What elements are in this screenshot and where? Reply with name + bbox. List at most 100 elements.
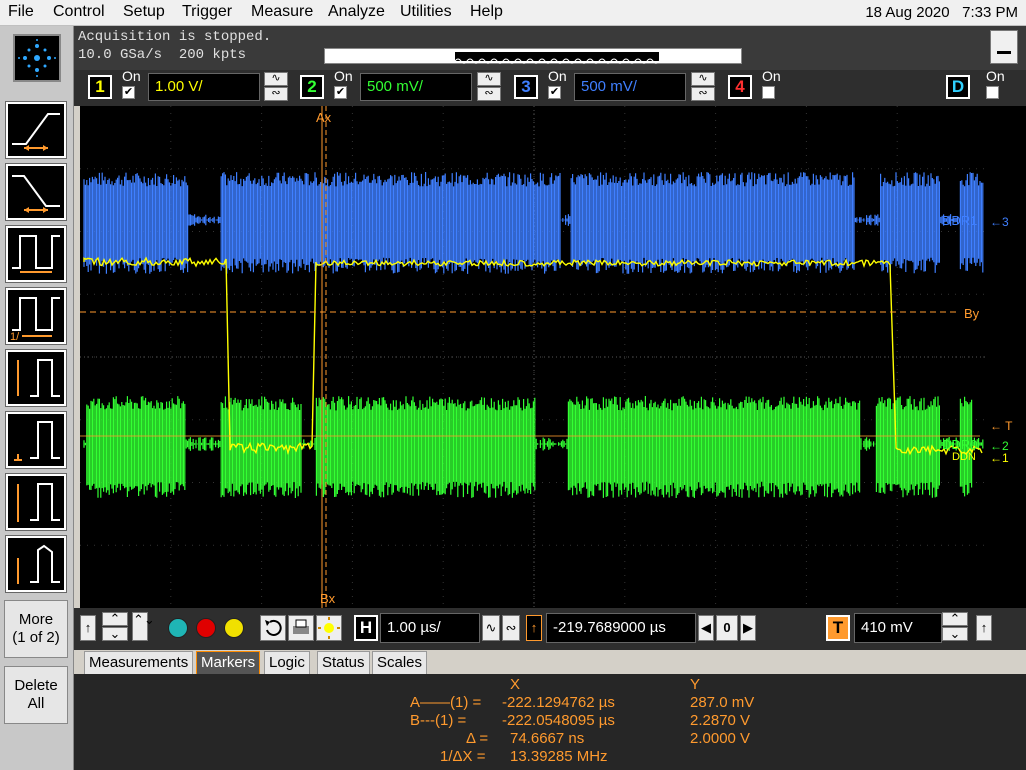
datetime: 18 Aug 2020 7:33 PM (865, 4, 1018, 21)
scroll-toggle-button[interactable]: ⌃⌄ (132, 612, 155, 641)
channel-3-button[interactable]: 3 (514, 75, 538, 99)
tab-bar: Measurements Markers Logic Status Scales (74, 650, 1026, 674)
ch3-scale-up[interactable]: ∿ (691, 72, 715, 86)
minimize-button[interactable] (990, 30, 1018, 64)
scroll-up-button[interactable]: ⌃ (102, 612, 128, 626)
ch2-scale-up[interactable]: ∿ (477, 72, 501, 86)
control-bar: ↑ ⌃ ⌄ ⌃⌄ H 1.00 µs/ ∿ ∾ ↑ -219.7689000 µ… (74, 608, 1026, 650)
left-panel: 1/ More (1 of 2) Delete All (0, 26, 74, 770)
timebase-fine-button[interactable]: ∿ (482, 615, 500, 641)
channel-1-button[interactable]: 1 (88, 75, 112, 99)
ch3-scale-down[interactable]: ∾ (691, 87, 715, 101)
red-color-button[interactable] (196, 618, 216, 638)
rise-time-icon[interactable] (5, 101, 67, 159)
menu-trigger[interactable]: Trigger (182, 3, 232, 21)
date: 18 Aug 2020 (865, 4, 950, 21)
menu-file[interactable]: File (8, 3, 34, 21)
ch1-scale-up[interactable]: ∿ (264, 72, 288, 86)
tab-scales[interactable]: Scales (372, 651, 428, 674)
trace-path (83, 172, 984, 274)
time: 7:33 PM (962, 4, 1018, 21)
acquisition-status-text: Acquisition is stopped. (78, 29, 272, 45)
position-zero-button[interactable]: 0 (716, 615, 738, 641)
position-arrow-icon[interactable]: ↑ (526, 615, 542, 641)
trigger-up-button[interactable]: ⌃ (942, 612, 968, 626)
ch2-waveform (83, 396, 984, 498)
level-markers: ←3 ← T ←2 ←1 (988, 106, 1026, 608)
ddr1-label: DDR1 (942, 213, 977, 228)
marker-bx-label: Bx (320, 591, 336, 606)
ch4-on-label: On (762, 68, 781, 84)
trigger-level-marker[interactable]: ← T (990, 419, 1013, 433)
ch2-on-label: On (334, 68, 353, 84)
position-right-button[interactable]: ▶ (740, 615, 756, 641)
frequency-icon[interactable]: 1/ (5, 287, 67, 345)
position-left-button[interactable]: ◀ (698, 615, 714, 641)
arrow-up-icon[interactable]: ↑ (80, 615, 96, 641)
horizontal-position[interactable]: -219.7689000 µs (546, 613, 696, 643)
ch4-on-checkbox[interactable] (762, 86, 775, 99)
markers-readout: X Y A——(1) = -222.1294762 µs 287.0 mV B-… (74, 674, 1026, 770)
menu-setup[interactable]: Setup (123, 3, 165, 21)
undo-icon[interactable] (260, 615, 286, 641)
ch3-scale[interactable]: 500 mV/ (574, 73, 686, 101)
menu-analyze[interactable]: Analyze (328, 3, 385, 21)
delete-label-2: All (27, 695, 45, 712)
channel-2-button[interactable]: 2 (300, 75, 324, 99)
brightness-icon[interactable] (316, 615, 342, 641)
timebase-scale[interactable]: 1.00 µs/ (380, 613, 480, 643)
delete-all-button[interactable]: Delete All (4, 666, 68, 724)
sample-rate: 10.0 GSa/s (78, 47, 163, 63)
top-icon[interactable] (5, 411, 67, 469)
channel-4-button[interactable]: 4 (728, 75, 752, 99)
ch2-on-checkbox[interactable]: ✔ (334, 86, 347, 99)
more-button[interactable]: More (1 of 2) (4, 600, 68, 658)
ch1-scale[interactable]: 1.00 V/ (148, 73, 260, 101)
tab-measurements[interactable]: Measurements (84, 651, 194, 674)
cyan-color-button[interactable] (168, 618, 188, 638)
fall-time-icon[interactable] (5, 163, 67, 221)
ch1-scale-down[interactable]: ∾ (264, 87, 288, 101)
brand-logo (13, 34, 61, 82)
menu-control[interactable]: Control (53, 3, 105, 21)
digital-on-label: On (986, 68, 1005, 84)
ch2-scale[interactable]: 500 mV/ (360, 73, 472, 101)
horizontal-button[interactable]: H (354, 615, 378, 641)
ddn-label: DDN (952, 451, 976, 463)
ch1-on-checkbox[interactable]: ✔ (122, 86, 135, 99)
trigger-button[interactable]: T (826, 615, 850, 641)
menu-measure[interactable]: Measure (251, 3, 313, 21)
trigger-arrow-icon[interactable]: ↑ (976, 615, 992, 641)
ch1-ground-marker[interactable]: ←1 (990, 451, 1009, 465)
ch2-scale-down[interactable]: ∾ (477, 87, 501, 101)
trigger-down-button[interactable]: ⌄ (942, 627, 968, 641)
trigger-marker-letter: T (1005, 419, 1013, 433)
ddr0-label: DDR0 (942, 437, 977, 452)
overshoot-icon[interactable] (5, 535, 67, 593)
marker-a-x: -222.1294762 µs (502, 694, 615, 711)
period-icon[interactable] (5, 225, 67, 283)
menu-help[interactable]: Help (470, 3, 503, 21)
acquisition-bar: Acquisition is stopped. 10.0 GSa/s 200 k… (74, 26, 1026, 70)
marker-delta-label: Δ = (466, 730, 489, 747)
timebase-coarse-button[interactable]: ∾ (502, 615, 520, 641)
trigger-level[interactable]: 410 mV (854, 613, 942, 643)
svg-text:1/: 1/ (10, 331, 20, 342)
tab-logic[interactable]: Logic (264, 651, 310, 674)
tab-status[interactable]: Status (317, 651, 370, 674)
yellow-color-button[interactable] (224, 618, 244, 638)
more-label: More (18, 611, 54, 628)
waveform-display[interactable]: Ax Bx By DDR1 DDR0 DDN (80, 106, 988, 608)
max-icon[interactable] (5, 473, 67, 531)
ch3-on-checkbox[interactable]: ✔ (548, 86, 561, 99)
print-icon[interactable] (288, 615, 314, 641)
digital-button[interactable]: D (946, 75, 970, 99)
tab-markers[interactable]: Markers (196, 651, 261, 674)
amplitude-icon[interactable] (5, 349, 67, 407)
memory-bar[interactable] (324, 48, 742, 64)
scroll-down-button[interactable]: ⌄ (102, 627, 128, 641)
menu-utilities[interactable]: Utilities (400, 3, 452, 21)
ch3-ground-marker[interactable]: ←3 (990, 215, 1009, 229)
markers-header-x: X (510, 676, 521, 693)
digital-on-checkbox[interactable] (986, 86, 999, 99)
